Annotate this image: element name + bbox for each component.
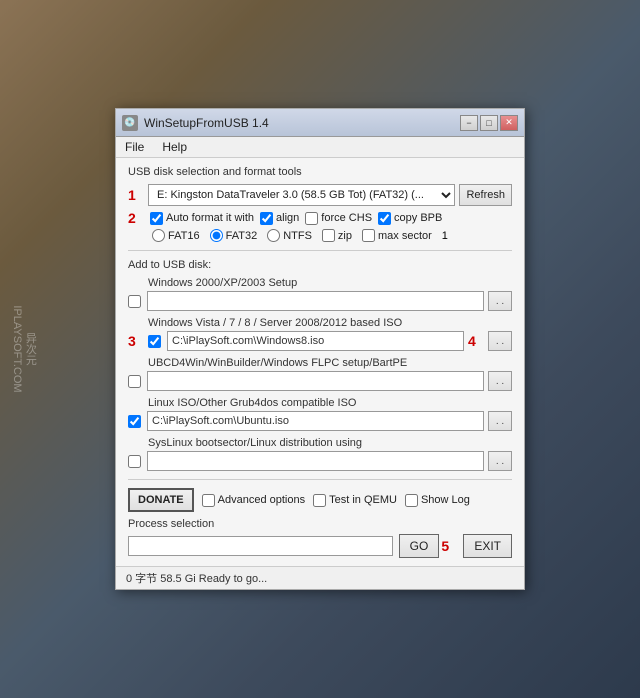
- advanced-options-checkbox[interactable]: [202, 494, 215, 507]
- app-icon: 💿: [122, 115, 138, 131]
- advanced-options-label[interactable]: Advanced options: [202, 494, 305, 507]
- iso-path-syslinux[interactable]: [147, 451, 484, 471]
- browse-btn-syslinux[interactable]: . .: [488, 451, 512, 471]
- usb-drive-select[interactable]: E: Kingston DataTraveler 3.0 (58.5 GB To…: [148, 184, 455, 206]
- force-chs-checkbox[interactable]: [305, 212, 318, 225]
- iso-checkbox-win2000[interactable]: [128, 295, 141, 308]
- badge-4: 4: [468, 333, 482, 349]
- usb-drive-row: 1 E: Kingston DataTraveler 3.0 (58.5 GB …: [128, 184, 512, 206]
- fat32-radio[interactable]: [210, 229, 223, 242]
- iso-row-win2000: Windows 2000/XP/2003 Setup . .: [128, 277, 512, 311]
- donate-button[interactable]: DONATE: [128, 488, 194, 512]
- iso-path-ubcd[interactable]: [147, 371, 484, 391]
- copy-bpb-checkbox-label[interactable]: copy BPB: [378, 212, 442, 225]
- refresh-button[interactable]: Refresh: [459, 184, 512, 206]
- window-title: WinSetupFromUSB 1.4: [144, 116, 269, 130]
- zip-checkbox[interactable]: [322, 229, 335, 242]
- auto-format-row: 2 Auto format it with align force CHS co…: [128, 210, 512, 226]
- add-to-usb-label: Add to USB disk:: [128, 259, 512, 271]
- show-log-checkbox[interactable]: [405, 494, 418, 507]
- zip-checkbox-label[interactable]: zip: [322, 229, 352, 242]
- divider-2: [128, 479, 512, 480]
- maximize-button[interactable]: □: [480, 115, 498, 131]
- test-qemu-label[interactable]: Test in QEMU: [313, 494, 397, 507]
- browse-btn-win2000[interactable]: . .: [488, 291, 512, 311]
- iso-input-row-win2000: . .: [128, 291, 512, 311]
- iso-input-row-syslinux: . .: [128, 451, 512, 471]
- usb-section-label: USB disk selection and format tools: [128, 166, 512, 178]
- menu-file[interactable]: File: [122, 139, 147, 155]
- show-log-label[interactable]: Show Log: [405, 494, 470, 507]
- badge-3: 3: [128, 333, 142, 349]
- fat16-radio[interactable]: [152, 229, 165, 242]
- filesystem-row: FAT16 FAT32 NTFS zip max sector 1: [128, 229, 512, 242]
- align-checkbox[interactable]: [260, 212, 273, 225]
- iso-checkbox-linux[interactable]: [128, 415, 141, 428]
- iso-title-linux: Linux ISO/Other Grub4dos compatible ISO: [148, 397, 512, 409]
- badge-2: 2: [128, 210, 142, 226]
- bottom-options-row: DONATE Advanced options Test in QEMU Sho…: [128, 488, 512, 512]
- iso-path-vista[interactable]: [167, 331, 464, 351]
- iso-path-win2000[interactable]: [147, 291, 484, 311]
- copy-bpb-checkbox[interactable]: [378, 212, 391, 225]
- menu-help[interactable]: Help: [159, 139, 190, 155]
- badge-5: 5: [441, 538, 455, 554]
- exit-button[interactable]: EXIT: [463, 534, 512, 558]
- iso-title-vista: Windows Vista / 7 / 8 / Server 2008/2012…: [148, 317, 512, 329]
- fat16-radio-label[interactable]: FAT16: [152, 229, 200, 242]
- progress-bar: [128, 536, 393, 556]
- browse-btn-vista[interactable]: . .: [488, 331, 512, 351]
- iso-input-row-vista: 3 4 . .: [128, 331, 512, 351]
- process-selection-label: Process selection: [128, 518, 512, 530]
- iso-row-ubcd: UBCD4Win/WinBuilder/Windows FLPC setup/B…: [128, 357, 512, 391]
- iso-row-vista: Windows Vista / 7 / 8 / Server 2008/2012…: [128, 317, 512, 351]
- status-bar: 0 字节 58.5 Gi Ready to go...: [116, 566, 524, 589]
- badge-1: 1: [128, 187, 142, 203]
- max-sector-checkbox-label[interactable]: max sector: [362, 229, 432, 242]
- main-window: 💿 WinSetupFromUSB 1.4 − □ ✕ File Help US…: [115, 108, 525, 590]
- iso-path-linux[interactable]: [147, 411, 484, 431]
- align-checkbox-label[interactable]: align: [260, 212, 299, 225]
- close-button[interactable]: ✕: [500, 115, 518, 131]
- iso-checkbox-syslinux[interactable]: [128, 455, 141, 468]
- watermark: 异次元 IPLAYSOFT.COM: [10, 305, 36, 392]
- iso-row-syslinux: SysLinux bootsector/Linux distribution u…: [128, 437, 512, 471]
- ntfs-radio-label[interactable]: NTFS: [267, 229, 312, 242]
- iso-input-row-ubcd: . .: [128, 371, 512, 391]
- force-chs-checkbox-label[interactable]: force CHS: [305, 212, 372, 225]
- max-sector-checkbox[interactable]: [362, 229, 375, 242]
- iso-row-linux: Linux ISO/Other Grub4dos compatible ISO …: [128, 397, 512, 431]
- iso-title-ubcd: UBCD4Win/WinBuilder/Windows FLPC setup/B…: [148, 357, 512, 369]
- iso-checkbox-ubcd[interactable]: [128, 375, 141, 388]
- minimize-button[interactable]: −: [460, 115, 478, 131]
- auto-format-checkbox-label[interactable]: Auto format it with: [150, 212, 254, 225]
- divider-1: [128, 250, 512, 251]
- iso-title-syslinux: SysLinux bootsector/Linux distribution u…: [148, 437, 512, 449]
- window-controls: − □ ✕: [460, 115, 518, 131]
- test-qemu-checkbox[interactable]: [313, 494, 326, 507]
- content-area: USB disk selection and format tools 1 E:…: [116, 158, 524, 566]
- auto-format-checkbox[interactable]: [150, 212, 163, 225]
- title-bar-left: 💿 WinSetupFromUSB 1.4: [122, 115, 269, 131]
- progress-row: GO 5 EXIT: [128, 534, 512, 558]
- browse-btn-ubcd[interactable]: . .: [488, 371, 512, 391]
- title-bar: 💿 WinSetupFromUSB 1.4 − □ ✕: [116, 109, 524, 137]
- iso-checkbox-vista[interactable]: [148, 335, 161, 348]
- status-text: 0 字节 58.5 Gi Ready to go...: [126, 573, 267, 585]
- ntfs-radio[interactable]: [267, 229, 280, 242]
- iso-input-row-linux: . .: [128, 411, 512, 431]
- browse-btn-linux[interactable]: . .: [488, 411, 512, 431]
- menubar: File Help: [116, 137, 524, 158]
- go-button[interactable]: GO: [399, 534, 440, 558]
- iso-title-win2000: Windows 2000/XP/2003 Setup: [148, 277, 512, 289]
- max-sector-value: 1: [442, 230, 448, 242]
- fat32-radio-label[interactable]: FAT32: [210, 229, 258, 242]
